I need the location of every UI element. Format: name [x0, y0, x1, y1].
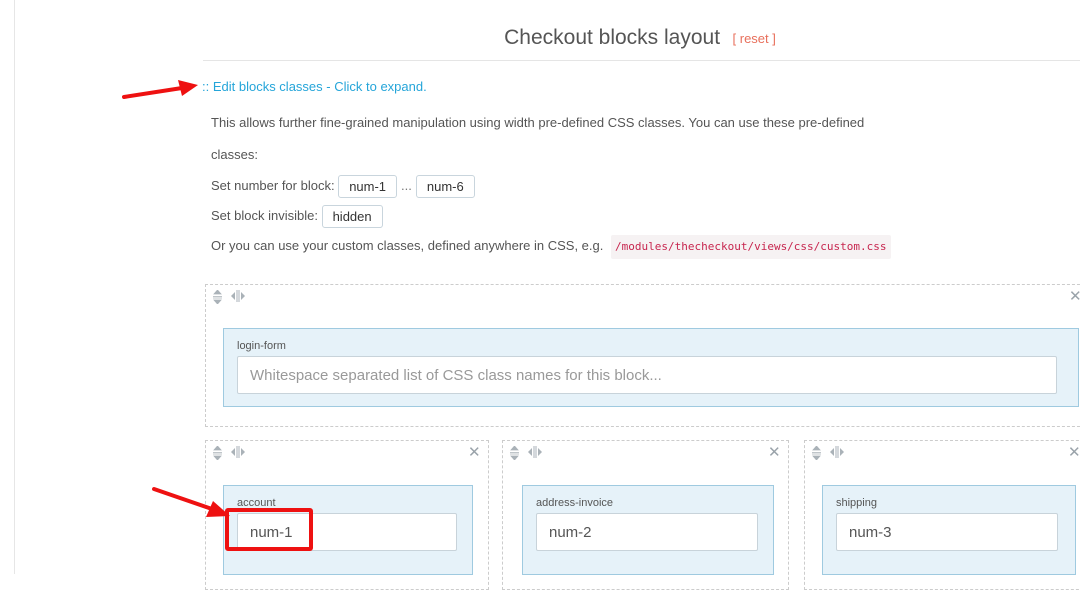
class-chip-num-6: num-6: [415, 175, 475, 198]
block-label: login-form: [237, 340, 286, 352]
number-classes-row: Set number for block: num-1... num-6: [211, 175, 475, 198]
up-down-arrows-icon[interactable]: [212, 445, 223, 463]
class-chip-num-1: num-1: [338, 175, 398, 198]
reset-link[interactable]: [ reset ]: [733, 31, 776, 46]
number-label: Set number for block:: [211, 177, 335, 193]
red-arrow-icon: [122, 80, 198, 99]
layout-row-login: ✕ login-form: [205, 284, 1080, 427]
block-label: shipping: [836, 497, 877, 509]
close-x-icon[interactable]: ✕: [768, 445, 781, 460]
block-classes-input[interactable]: [836, 513, 1058, 551]
layout-column-address-invoice: ✕ address-invoice: [502, 440, 789, 590]
block-shipping: shipping: [822, 485, 1076, 575]
section-header: Checkout blocks layout [ reset ]: [200, 26, 1080, 50]
title-divider: [203, 60, 1080, 61]
edit-blocks-classes-link[interactable]: :: Edit blocks classes - Click to expand…: [202, 79, 427, 94]
up-down-arrows-icon[interactable]: [811, 445, 822, 463]
block-label: address-invoice: [536, 497, 614, 509]
page-title: Checkout blocks layout: [504, 26, 721, 49]
close-x-icon[interactable]: ✕: [1069, 289, 1080, 304]
column-controls: [509, 445, 542, 463]
class-chip-hidden: hidden: [321, 205, 383, 228]
layout-column-shipping: ✕ shipping: [804, 440, 1080, 590]
invisible-label: Set block invisible:: [211, 207, 318, 223]
row-controls: [212, 289, 245, 307]
horizontal-resize-icon[interactable]: [231, 446, 245, 463]
block-classes-input[interactable]: [237, 513, 457, 551]
column-controls: [811, 445, 844, 463]
custom-classes-row: Or you can use your custom classes, defi…: [211, 235, 891, 259]
block-classes-input[interactable]: [536, 513, 758, 551]
ellipsis: ...: [401, 177, 412, 193]
horizontal-resize-icon[interactable]: [830, 446, 844, 463]
block-account: account: [223, 485, 473, 575]
red-arrow-icon: [152, 487, 230, 517]
block-classes-input[interactable]: [237, 356, 1057, 394]
block-address-invoice: address-invoice: [522, 485, 774, 575]
horizontal-resize-icon[interactable]: [231, 290, 245, 307]
up-down-arrows-icon[interactable]: [212, 289, 223, 307]
horizontal-resize-icon[interactable]: [528, 446, 542, 463]
block-login-form: login-form: [223, 328, 1079, 407]
close-x-icon[interactable]: ✕: [1068, 445, 1080, 460]
help-line-1: This allows further fine-grained manipul…: [211, 115, 865, 130]
hidden-class-row: Set block invisible: hidden: [211, 205, 383, 228]
block-label: account: [237, 497, 276, 509]
close-x-icon[interactable]: ✕: [468, 445, 481, 460]
custom-css-path: /modules/thecheckout/views/css/custom.cs…: [611, 235, 891, 259]
up-down-arrows-icon[interactable]: [509, 445, 520, 463]
left-border: [14, 0, 15, 574]
custom-classes-text: Or you can use your custom classes, defi…: [211, 238, 604, 253]
help-line-2: classes:: [211, 147, 258, 162]
column-controls: [212, 445, 245, 463]
layout-column-account: ✕ account: [205, 440, 489, 590]
